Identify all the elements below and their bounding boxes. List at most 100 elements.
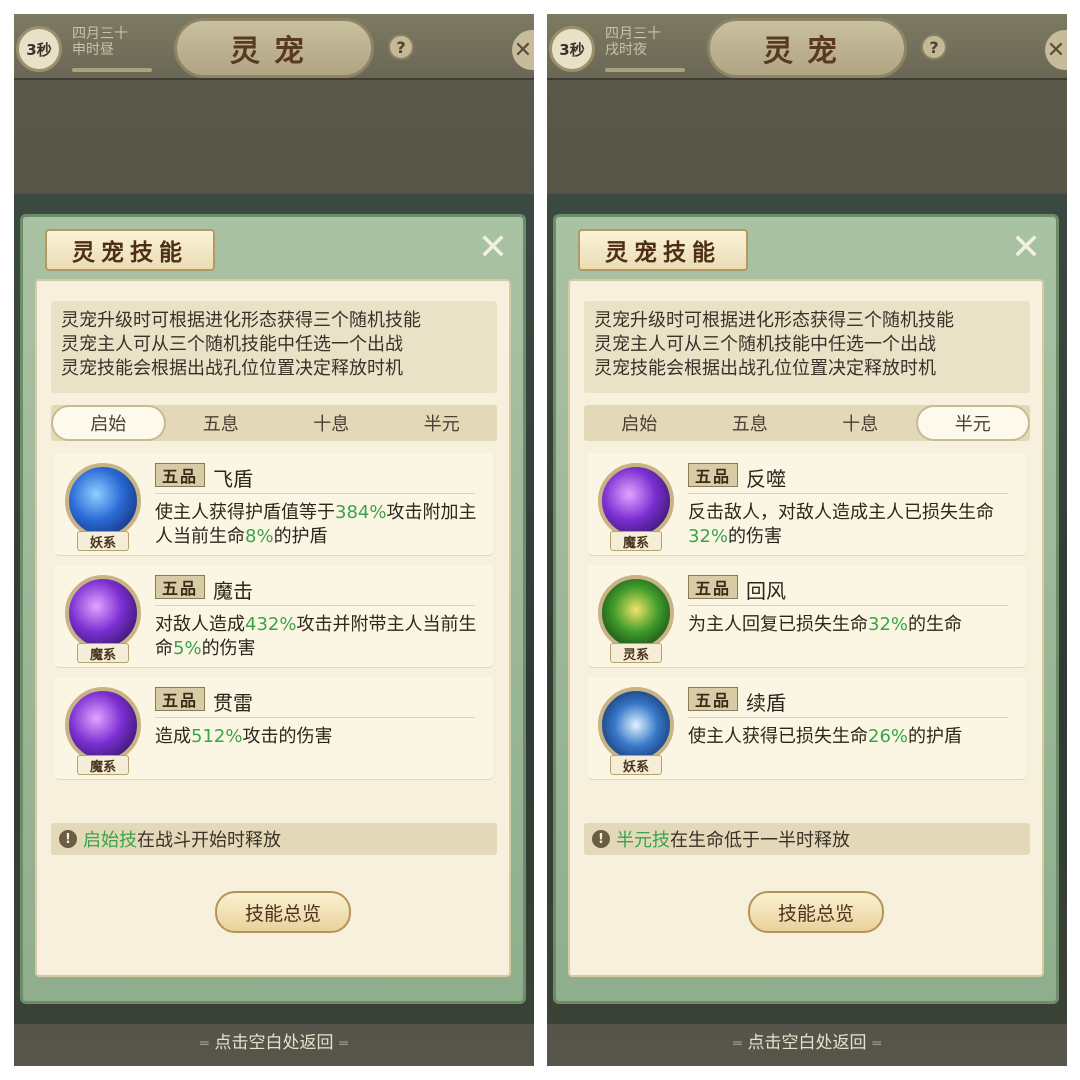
skill-icon [65, 463, 141, 539]
description-line: 灵宠技能会根据出战孔位位置决定释放时机 [594, 358, 936, 379]
top-bar: 3秒 四月三十 戌时夜 灵宠 ? ✕ [547, 14, 1067, 80]
skill-card[interactable]: 魔系 五品 贯雷 造成512%攻击的伤害 [55, 677, 493, 779]
skill-icon [65, 687, 141, 763]
tab-banyuan[interactable]: 半元 [387, 405, 498, 441]
skill-class-tag: 魔系 [610, 531, 662, 551]
close-icon[interactable]: ✕ [1045, 30, 1067, 70]
date-line2: 申时昼 [72, 42, 114, 58]
slot-tabs: 启始 五息 十息 半元 [584, 405, 1030, 441]
skill-name: 续盾 [746, 691, 786, 715]
warning-icon: ! [592, 830, 610, 848]
skill-overview-button[interactable]: 技能总览 [748, 891, 884, 933]
skill-effect: 使主人获得已损失生命26%的护盾 [688, 726, 963, 747]
tab-banyuan[interactable]: 半元 [915, 405, 1030, 441]
note-text: 在战斗开始时释放 [137, 830, 281, 851]
tab-wuxi[interactable]: 五息 [166, 405, 277, 441]
pet-skill-dialog: 灵宠技能 ✕ 灵宠升级时可根据进化形态获得三个随机技能 灵宠主人可从三个随机技能… [20, 214, 526, 1004]
release-note: ! 半元技 在生命低于一半时释放 [584, 823, 1030, 855]
skill-class-tag: 妖系 [77, 531, 129, 551]
dialog-body: 灵宠升级时可根据进化形态获得三个随机技能 灵宠主人可从三个随机技能中任选一个出战… [568, 279, 1044, 977]
skill-effect: 反击敌人，对敌人造成主人已损失生命32%的伤害 [688, 502, 994, 547]
close-icon[interactable]: ✕ [512, 30, 534, 70]
skill-grade-badge: 五品 [688, 687, 738, 711]
screen-right: 3秒 四月三十 戌时夜 灵宠 ? ✕ 灵宠技能 ✕ 灵宠升级时可根据进化形态获得… [547, 14, 1067, 1066]
dialog-title: 灵宠技能 [45, 229, 215, 271]
dialog-close-icon[interactable]: ✕ [473, 227, 513, 268]
game-date: 四月三十 戌时夜 [605, 26, 661, 58]
tab-wuxi[interactable]: 五息 [695, 405, 806, 441]
skill-name: 魔击 [213, 579, 253, 603]
skill-grade-badge: 五品 [155, 575, 205, 599]
divider [155, 717, 475, 718]
page-title: 灵宠 [174, 18, 374, 78]
skill-overview-button[interactable]: 技能总览 [215, 891, 351, 933]
note-text: 在生命低于一半时释放 [670, 830, 850, 851]
skill-card[interactable]: 妖系 五品 飞盾 使主人获得护盾值等于384%攻击附加主人当前生命8%的护盾 [55, 453, 493, 555]
skill-grade-badge: 五品 [155, 463, 205, 487]
description-line: 灵宠升级时可根据进化形态获得三个随机技能 [61, 310, 421, 331]
date-line1: 四月三十 [72, 26, 128, 42]
help-icon[interactable]: ? [921, 34, 947, 60]
help-icon[interactable]: ? [388, 34, 414, 60]
divider [688, 493, 1008, 494]
divider [688, 605, 1008, 606]
release-note: ! 启始技 在战斗开始时释放 [51, 823, 497, 855]
game-date: 四月三十 申时昼 [72, 26, 128, 58]
tab-shixi[interactable]: 十息 [276, 405, 387, 441]
divider [688, 717, 1008, 718]
top-bar: 3秒 四月三十 申时昼 灵宠 ? ✕ [14, 14, 534, 80]
skill-grade-badge: 五品 [688, 463, 738, 487]
date-line1: 四月三十 [605, 26, 661, 42]
tap-to-return[interactable]: ═ 点击空白处返回 ═ [547, 1028, 1067, 1053]
description-line: 灵宠技能会根据出战孔位位置决定释放时机 [61, 358, 403, 379]
timer-badge: 3秒 [549, 26, 595, 72]
tab-qishi[interactable]: 启始 [584, 405, 695, 441]
tab-shixi[interactable]: 十息 [805, 405, 916, 441]
skill-effect: 使主人获得护盾值等于384%攻击附加主人当前生命8%的护盾 [155, 502, 477, 547]
timer-badge: 3秒 [16, 26, 62, 72]
skill-card[interactable]: 灵系 五品 回风 为主人回复已损失生命32%的生命 [588, 565, 1026, 667]
skill-name: 贯雷 [213, 691, 253, 715]
page-title: 灵宠 [707, 18, 907, 78]
skill-card[interactable]: 妖系 五品 续盾 使主人获得已损失生命26%的护盾 [588, 677, 1026, 779]
skill-icon [598, 575, 674, 651]
skill-name: 反噬 [746, 467, 786, 491]
skill-grade-badge: 五品 [155, 687, 205, 711]
divider [155, 493, 475, 494]
skill-effect: 为主人回复已损失生命32%的生命 [688, 614, 963, 635]
description-line: 灵宠升级时可根据进化形态获得三个随机技能 [594, 310, 954, 331]
dialog-close-icon[interactable]: ✕ [1006, 227, 1046, 268]
description-line: 灵宠主人可从三个随机技能中任选一个出战 [61, 334, 403, 355]
date-progress [72, 68, 152, 72]
skill-effect: 对敌人造成432%攻击并附带主人当前生命5%的伤害 [155, 614, 477, 659]
root: 3秒 四月三十 申时昼 灵宠 ? ✕ 灵宠技能 ✕ 灵宠升级时可根据进化形态获得… [0, 0, 1080, 1080]
date-line2: 戌时夜 [605, 42, 647, 58]
skill-class-tag: 魔系 [77, 643, 129, 663]
skill-name: 飞盾 [213, 467, 253, 491]
tap-to-return[interactable]: ═ 点击空白处返回 ═ [14, 1028, 534, 1053]
skill-effect: 造成512%攻击的伤害 [155, 726, 333, 747]
skill-icon [598, 463, 674, 539]
skill-card[interactable]: 魔系 五品 魔击 对敌人造成432%攻击并附带主人当前生命5%的伤害 [55, 565, 493, 667]
pet-skill-dialog: 灵宠技能 ✕ 灵宠升级时可根据进化形态获得三个随机技能 灵宠主人可从三个随机技能… [553, 214, 1059, 1004]
skill-card[interactable]: 魔系 五品 反噬 反击敌人，对敌人造成主人已损失生命32%的伤害 [588, 453, 1026, 555]
description-line: 灵宠主人可从三个随机技能中任选一个出战 [594, 334, 936, 355]
divider [155, 605, 475, 606]
warning-icon: ! [59, 830, 77, 848]
slot-tabs: 启始 五息 十息 半元 [51, 405, 497, 441]
dialog-title: 灵宠技能 [578, 229, 748, 271]
tab-qishi[interactable]: 启始 [51, 405, 166, 441]
skill-icon [65, 575, 141, 651]
skill-class-tag: 妖系 [610, 755, 662, 775]
skill-icon [598, 687, 674, 763]
skill-description: 灵宠升级时可根据进化形态获得三个随机技能 灵宠主人可从三个随机技能中任选一个出战… [584, 301, 1030, 393]
skill-class-tag: 魔系 [77, 755, 129, 775]
dialog-body: 灵宠升级时可根据进化形态获得三个随机技能 灵宠主人可从三个随机技能中任选一个出战… [35, 279, 511, 977]
skill-grade-badge: 五品 [688, 575, 738, 599]
skill-class-tag: 灵系 [610, 643, 662, 663]
screen-left: 3秒 四月三十 申时昼 灵宠 ? ✕ 灵宠技能 ✕ 灵宠升级时可根据进化形态获得… [14, 14, 534, 1066]
date-progress [605, 68, 685, 72]
note-highlight: 启始技 [83, 830, 137, 851]
skill-name: 回风 [746, 579, 786, 603]
skill-description: 灵宠升级时可根据进化形态获得三个随机技能 灵宠主人可从三个随机技能中任选一个出战… [51, 301, 497, 393]
